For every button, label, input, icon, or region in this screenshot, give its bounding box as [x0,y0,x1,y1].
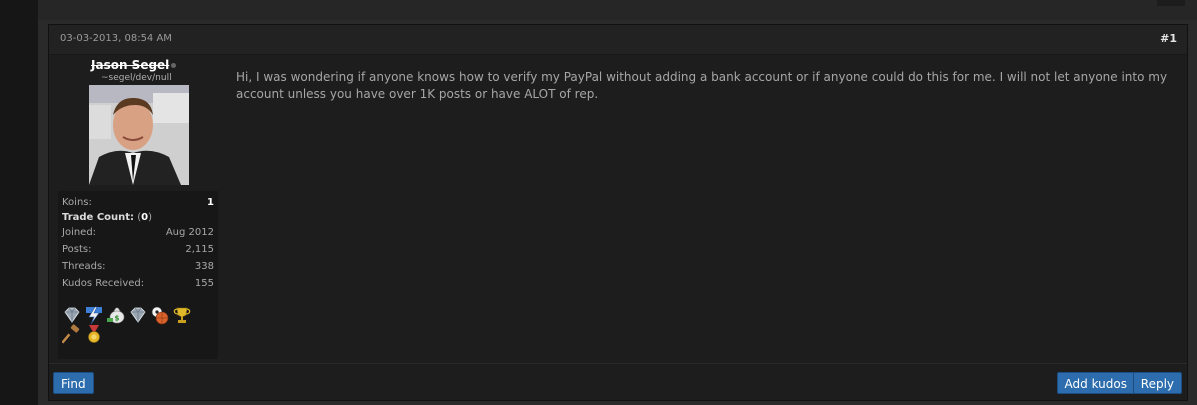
money-bag-icon[interactable]: $ [106,305,126,325]
kudos-received-value: 155 [194,278,214,289]
left-rail [0,0,38,405]
post-date: 03-03-2013, 08:54 AM [60,33,172,44]
post-number-link[interactable]: #1 [1160,32,1177,45]
koins-value: 1 [207,197,214,208]
stat-joined: Joined: Aug 2012 [62,227,214,242]
medal-icon[interactable] [84,324,104,344]
top-corner-control[interactable] [1157,0,1185,6]
top-strip [38,0,1197,20]
find-button[interactable]: Find [53,372,94,394]
username-link[interactable]: Jason Segel [91,58,169,72]
reply-button[interactable]: Reply [1132,372,1182,394]
trophy-icon[interactable] [172,305,192,325]
forum-post: 03-03-2013, 08:54 AM #1 Jason Segel ~seg… [48,24,1188,401]
threads-label: Threads: [62,261,106,272]
stat-koins: Koins: 1 [62,197,214,212]
svg-text:$: $ [115,315,120,323]
stat-threads: Threads: 338 [62,261,214,276]
offline-status-icon [171,63,176,68]
joined-value: Aug 2012 [165,227,214,238]
stat-kudos: Kudos Received: 155 [62,278,214,293]
lightning-icon[interactable] [84,305,104,325]
user-info: Jason Segel ~segel/dev/null Koins: 1 Tra… [49,55,219,360]
kudos-received-label: Kudos Received: [62,278,145,289]
user-title: ~segel/dev/null [101,73,172,83]
posts-value: 2,115 [185,244,214,255]
stat-posts: Posts: 2,115 [62,244,214,259]
trade-close-paren: ) [148,212,153,223]
post-header: 03-03-2013, 08:54 AM #1 [49,25,1187,55]
koins-label: Koins: [62,197,92,208]
threads-value: 338 [194,261,214,272]
posts-label: Posts: [62,244,92,255]
diamond-icon[interactable] [128,305,148,325]
avatar-image [89,85,189,185]
stat-trade-count: Trade Count: (0) [62,212,214,227]
post-message: Hi, I was wondering if anyone knows how … [236,70,1168,101]
gavel-icon[interactable] [62,324,82,344]
trade-count-label: Trade Count: [62,212,135,223]
post-footer: Find Add kudos Reply [49,363,1187,402]
user-stats: Koins: 1 Trade Count: (0) Joined: Aug 20… [58,191,218,359]
avatar[interactable] [89,85,189,185]
diamond-icon[interactable] [62,305,82,325]
add-kudos-button[interactable]: Add kudos [1056,372,1135,394]
joined-label: Joined: [62,227,97,238]
sports-balls-icon[interactable] [150,305,170,325]
